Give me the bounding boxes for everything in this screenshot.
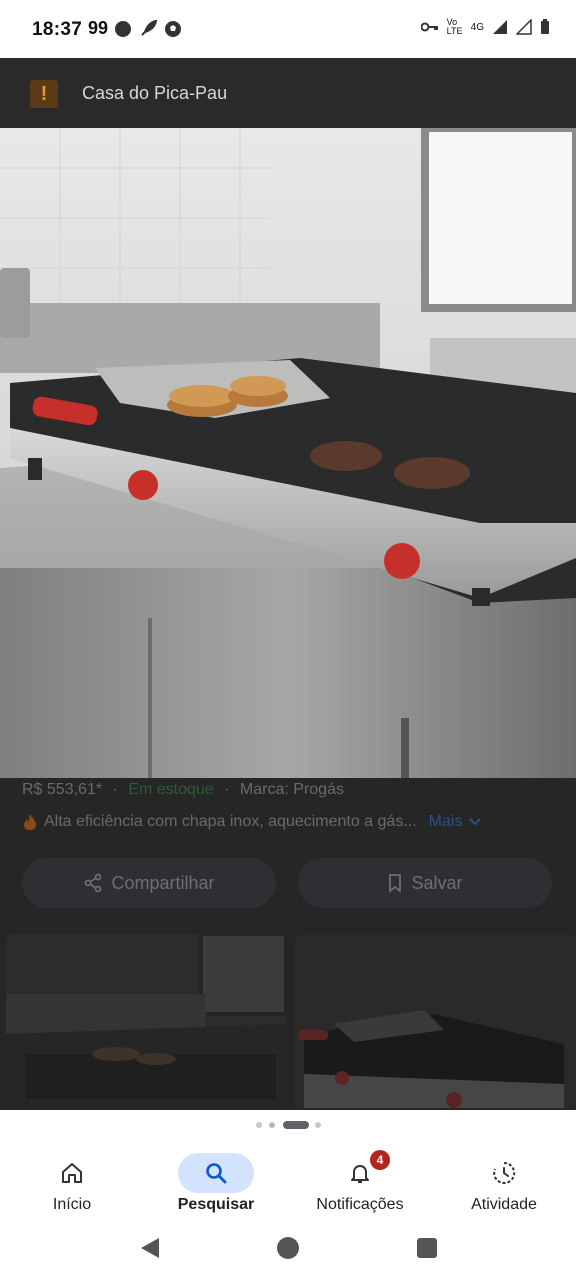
status-time: 18:37	[32, 19, 83, 40]
gallery-thumbnail[interactable]	[294, 934, 576, 1108]
save-label: Salvar	[411, 872, 463, 893]
product-image[interactable]	[0, 128, 576, 778]
notification-badge: 4	[370, 1150, 390, 1170]
site-favicon: !	[30, 80, 58, 108]
save-button[interactable]: Salvar	[298, 858, 552, 908]
page-dot-active	[283, 1121, 309, 1129]
signal-icon	[493, 20, 507, 34]
meta-separator: ·	[112, 781, 118, 798]
gallery-thumbnail[interactable]	[6, 934, 286, 1108]
site-header[interactable]: ! Casa do Pica-Pau	[0, 58, 576, 130]
more-link[interactable]: Mais	[429, 813, 463, 831]
share-button[interactable]: Compartilhar	[22, 858, 276, 908]
home-button-icon[interactable]	[277, 1237, 299, 1259]
product-description-row[interactable]: Alta eficiência com chapa inox, aquecime…	[22, 813, 482, 831]
battery-icon	[541, 19, 549, 34]
signal-empty-icon	[516, 19, 532, 35]
recents-icon[interactable]	[417, 1238, 437, 1258]
bookmark-icon	[389, 874, 402, 893]
status-extra: 99	[88, 18, 109, 38]
gallery-pagination	[0, 1110, 576, 1140]
system-nav-buttons	[141, 1237, 437, 1259]
back-icon[interactable]	[141, 1238, 159, 1258]
home-icon-container	[34, 1153, 110, 1193]
page-dot	[269, 1122, 275, 1128]
nav-search[interactable]: Pesquisar	[144, 1140, 288, 1230]
page-dot	[315, 1122, 321, 1128]
search-icon	[206, 1163, 227, 1184]
kitchen-thumbnail-image	[6, 934, 286, 1108]
nav-label-home: Início	[52, 1196, 92, 1213]
status-bar: 18:37 99 Vo LTE 4G	[0, 0, 576, 58]
search-icon-container	[178, 1153, 254, 1193]
stock-status: Em estoque	[128, 781, 214, 798]
product-brand: Marca: Progás	[239, 781, 344, 798]
product-description: Alta eficiência com chapa inox, aquecime…	[44, 813, 417, 830]
fire-icon	[24, 814, 36, 830]
key-icon	[420, 22, 438, 32]
system-navigation-bar	[0, 1230, 576, 1280]
network-label: Vo LTE	[446, 17, 463, 36]
share-icon	[85, 873, 102, 893]
bottom-navigation: Início Pesquisar 4 Notificações Atividad…	[0, 1140, 576, 1230]
activity-icon-container	[466, 1153, 542, 1193]
bell-icon	[351, 1165, 369, 1183]
activity-icon	[493, 1161, 516, 1184]
soccer-ball-icon	[165, 20, 182, 37]
site-name: Casa do Pica-Pau	[82, 83, 228, 103]
page-dot	[256, 1122, 262, 1128]
nav-home[interactable]: Início	[0, 1140, 144, 1230]
status-right-icons: Vo LTE 4G	[420, 17, 550, 36]
status-left-icons: 99	[88, 18, 182, 39]
rocket-icon	[141, 19, 158, 36]
chevron-down-icon[interactable]	[468, 817, 482, 827]
griddle-thumbnail-image	[294, 934, 576, 1108]
home-icon	[62, 1163, 82, 1183]
notification-dot-icon	[115, 20, 132, 37]
nav-label-activity: Atividade	[471, 1196, 537, 1213]
share-label: Compartilhar	[111, 872, 215, 893]
network-type: 4G	[470, 21, 484, 33]
product-meta: R$ 553,61* · Em estoque · Marca: Progás	[22, 781, 344, 799]
product-price: R$ 553,61*	[22, 781, 103, 798]
griddle-photo	[0, 128, 576, 778]
nav-notifications[interactable]: 4 Notificações	[288, 1140, 432, 1230]
nav-activity[interactable]: Atividade	[432, 1140, 576, 1230]
meta-separator: ·	[224, 781, 230, 798]
pagination-dots	[256, 1121, 321, 1129]
nav-label-search: Pesquisar	[177, 1196, 255, 1213]
nav-label-notifications: Notificações	[316, 1196, 404, 1213]
